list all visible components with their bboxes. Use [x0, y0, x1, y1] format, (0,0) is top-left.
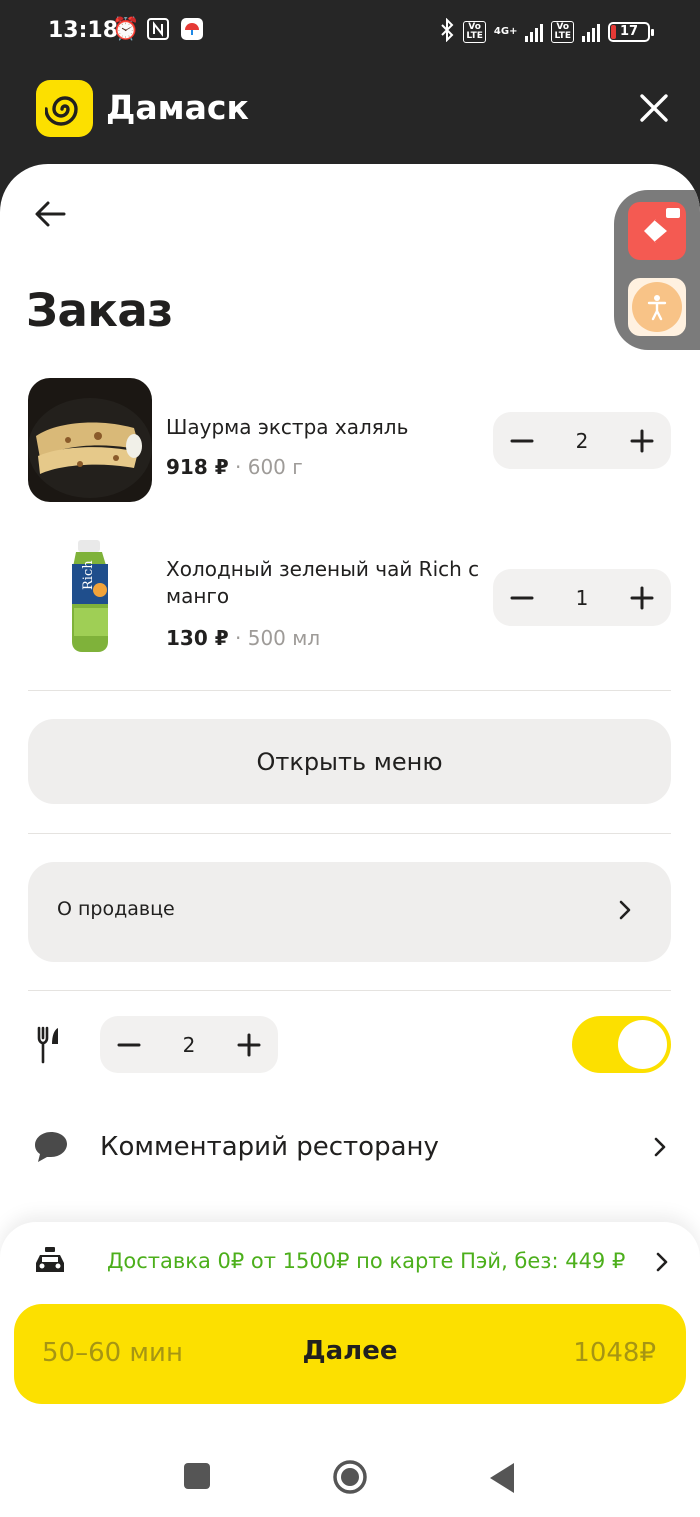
back-button[interactable] [30, 194, 70, 234]
volte-badge: Vo LTE [463, 21, 486, 43]
plus-icon [630, 429, 654, 452]
arrow-left-icon [35, 201, 66, 227]
spiral-logo-icon [44, 95, 78, 126]
item-weight: · 500 мл [235, 626, 321, 650]
toggle-knob [618, 1020, 667, 1069]
accessibility-button[interactable] [628, 278, 686, 336]
status-bar: 13:18 ⏰ Vo LTE 4G+ Vo LTE 17 [0, 0, 700, 64]
recents-button[interactable] [184, 1463, 210, 1489]
comment-bubble-icon [33, 1129, 69, 1169]
order-sheet: Заказ Шаурма экстра халяль 918 ₽ · 600 г [0, 164, 700, 1517]
open-menu-button[interactable]: Открыть меню [28, 719, 671, 804]
app-header: Дамаск [0, 64, 700, 164]
close-icon [640, 94, 668, 122]
plus-icon [237, 1033, 261, 1056]
minus-icon [510, 439, 534, 442]
divider [28, 690, 671, 691]
increase-button[interactable] [627, 583, 657, 613]
item-name: Холодный зеленый чай Rich с манго [166, 557, 480, 608]
nfc-icon [146, 17, 170, 48]
delivery-text: Доставка 0₽ от 1500₽ по карте Пэй, без: … [107, 1249, 626, 1273]
item-name: Шаурма экстра халяль [166, 415, 409, 439]
home-circle-icon [333, 1460, 367, 1494]
cart-item: Шаурма экстра халяль 918 ₽ · 600 г 2 [0, 378, 700, 502]
umbrella-app-icon [180, 17, 204, 48]
quantity-stepper: 2 [493, 412, 671, 469]
alarm-icon: ⏰ [112, 17, 140, 42]
item-weight: · 600 г [235, 455, 303, 479]
item-quantity: 2 [575, 428, 589, 453]
bluetooth-icon [439, 17, 455, 46]
chevron-right-icon [652, 1135, 668, 1163]
about-seller-button[interactable]: О продавце [28, 862, 671, 962]
code-share-icon [644, 208, 680, 245]
cutlery-toggle[interactable] [572, 1016, 671, 1073]
chevron-right-icon [654, 1250, 670, 1278]
divider [28, 990, 671, 991]
accessibility-icon [647, 295, 667, 321]
cutlery-stepper: 2 [100, 1016, 278, 1073]
signal-icon-2 [582, 22, 600, 42]
increase-button[interactable] [627, 426, 657, 456]
cutlery-decrease-button[interactable] [114, 1030, 144, 1060]
item-image-tea[interactable]: Rich [28, 534, 152, 658]
network-type: 4G+ [493, 26, 518, 37]
cutlery-increase-button[interactable] [234, 1030, 264, 1060]
delivery-info-row[interactable]: Доставка 0₽ от 1500₽ по карте Пэй, без: … [0, 1222, 700, 1302]
triangle-back-icon [490, 1463, 514, 1493]
taxi-car-icon [34, 1246, 66, 1280]
system-back-button[interactable] [488, 1461, 516, 1499]
app-title: Дамаск [106, 88, 249, 127]
minus-icon [510, 596, 534, 599]
item-price-line: 130 ₽ · 500 мл [166, 626, 320, 650]
home-button[interactable] [332, 1459, 368, 1499]
decrease-button[interactable] [507, 583, 537, 613]
order-total: 1048₽ [573, 1338, 656, 1368]
plus-icon [630, 586, 654, 609]
cutlery-icon [36, 1026, 64, 1068]
close-button[interactable] [634, 88, 674, 128]
system-nav-bar [0, 1386, 700, 1517]
cart-item: Rich Холодный зеленый чай Rich с манго 1… [0, 534, 700, 658]
battery-icon: 17 [608, 22, 654, 42]
minus-icon [117, 1043, 141, 1046]
status-right: Vo LTE 4G+ Vo LTE 17 [439, 17, 654, 46]
item-price: 918 ₽ [166, 455, 229, 479]
item-price-line: 918 ₽ · 600 г [166, 455, 303, 479]
svg-text:Rich: Rich [81, 560, 96, 590]
quantity-stepper: 1 [493, 569, 671, 626]
restaurant-logo [36, 80, 93, 137]
status-time: 13:18 [48, 18, 119, 43]
cutlery-quantity: 2 [182, 1032, 196, 1057]
page-title: Заказ [26, 284, 173, 337]
volte-badge-2: Vo LTE [551, 21, 574, 43]
about-seller-label: О продавце [57, 898, 175, 920]
decrease-button[interactable] [507, 426, 537, 456]
comment-label: Комментарий ресторану [100, 1132, 439, 1162]
signal-icon [525, 22, 544, 42]
item-image-shawarma[interactable] [28, 378, 152, 502]
floating-app-button[interactable] [628, 202, 686, 260]
chevron-right-icon [617, 898, 633, 926]
floating-tools-panel [614, 190, 700, 350]
item-quantity: 1 [575, 585, 589, 610]
restaurant-comment-row[interactable]: Комментарий ресторану [0, 1119, 700, 1179]
divider [28, 833, 671, 834]
item-price: 130 ₽ [166, 626, 229, 650]
